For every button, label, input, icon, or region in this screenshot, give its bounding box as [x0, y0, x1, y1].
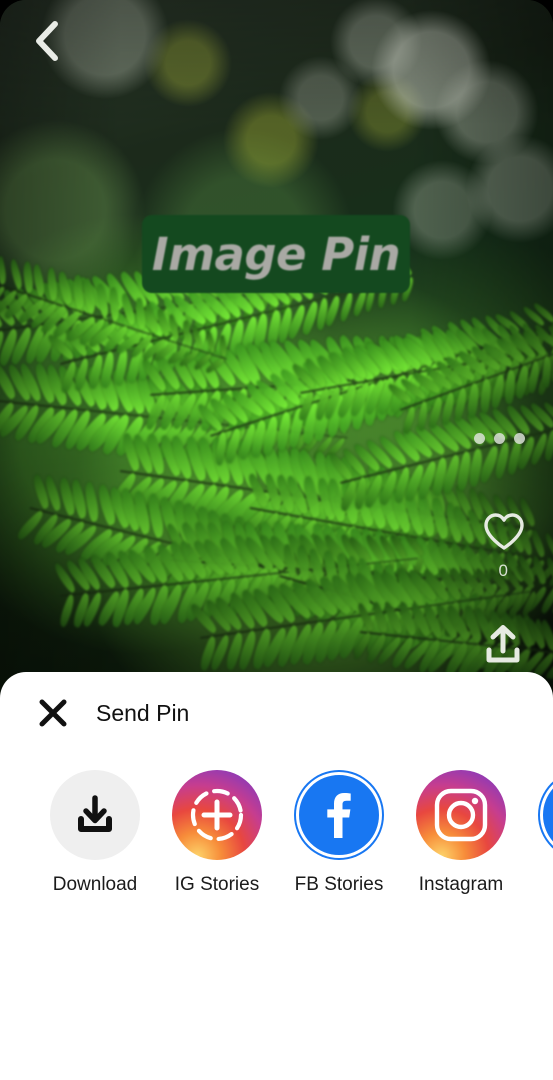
instagram-stories-icon-wrap	[172, 770, 262, 860]
back-button[interactable]	[22, 17, 70, 65]
share-target-fa[interactable]: Fa	[522, 770, 553, 896]
pin-image-vignette	[0, 0, 553, 700]
close-button[interactable]	[34, 694, 72, 732]
share-target-label: IG Stories	[174, 874, 260, 895]
instagram-camera-icon	[434, 788, 488, 842]
share-target-fb-stories[interactable]: FB Stories	[278, 770, 400, 896]
share-target-label: Instagram	[418, 874, 504, 895]
share-target-list: Download IG Stories FB Stories Instagram…	[0, 770, 553, 896]
facebook-icon-wrap	[538, 770, 553, 860]
pin-image[interactable]: Image Pin 0	[0, 0, 553, 700]
favorite-count: 0	[498, 561, 508, 580]
more-horizontal-icon-dot-3	[514, 433, 525, 444]
share-target-label: FB Stories	[294, 874, 384, 895]
share-target-download[interactable]: Download	[34, 770, 156, 896]
heart-outline-icon	[484, 513, 524, 550]
pin-watermark-label: Image Pin	[151, 227, 401, 281]
send-pin-sheet: Send Pin Download IG Stories FB Stories …	[0, 672, 553, 1080]
pin-detail-screen: Image Pin 0 Send Pin Download IG Stories…	[0, 0, 553, 1080]
download-icon-wrap	[50, 770, 140, 860]
instagram-camera-icon-wrap	[416, 770, 506, 860]
more-horizontal-icon-dot-2	[494, 433, 505, 444]
facebook-ring	[296, 772, 382, 858]
instagram-stories-icon	[190, 788, 244, 842]
sheet-header: Send Pin	[0, 672, 553, 754]
share-button[interactable]	[483, 624, 523, 671]
share-target-ig-stories[interactable]: IG Stories	[156, 770, 278, 896]
share-target-instagram[interactable]: Instagram	[400, 770, 522, 896]
close-x-icon	[39, 699, 67, 727]
more-options-button[interactable]	[474, 433, 525, 444]
share-target-label: Download	[52, 874, 138, 895]
more-horizontal-icon-dot-1	[474, 433, 485, 444]
pin-watermark: Image Pin	[142, 215, 410, 293]
share-upload-icon	[486, 625, 520, 663]
chevron-left-icon	[36, 21, 58, 61]
favorite-button[interactable]	[483, 512, 525, 557]
facebook-f-icon-wrap	[294, 770, 384, 860]
download-icon	[78, 795, 112, 832]
sheet-title: Send Pin	[96, 699, 190, 726]
